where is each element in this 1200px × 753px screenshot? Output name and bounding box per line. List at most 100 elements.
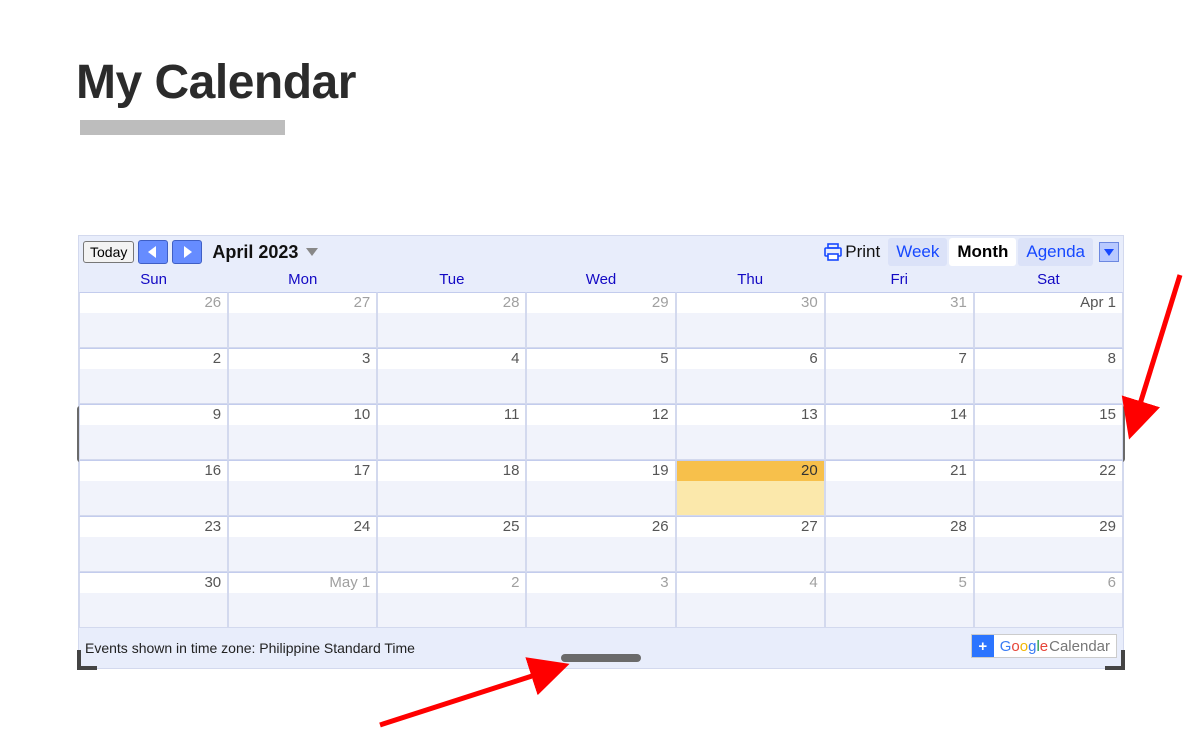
date-number: 22 bbox=[975, 461, 1122, 481]
day-cell[interactable]: 13 bbox=[676, 404, 825, 460]
day-cell[interactable]: 25 bbox=[377, 516, 526, 572]
day-cell[interactable]: 22 bbox=[974, 460, 1123, 516]
day-cell[interactable]: 3 bbox=[526, 572, 675, 628]
day-cell[interactable]: 23 bbox=[79, 516, 228, 572]
caret-down-icon bbox=[1104, 249, 1114, 256]
date-number: 7 bbox=[826, 349, 973, 369]
printer-icon bbox=[823, 243, 843, 261]
date-number: 4 bbox=[677, 573, 824, 593]
day-cell[interactable]: 6 bbox=[676, 348, 825, 404]
date-number: 6 bbox=[677, 349, 824, 369]
day-cell[interactable]: 17 bbox=[228, 460, 377, 516]
redacted-subtitle bbox=[80, 120, 285, 135]
date-number: 24 bbox=[229, 517, 376, 537]
print-label: Print bbox=[845, 242, 880, 262]
date-number: 23 bbox=[80, 517, 227, 537]
crop-corner-bl bbox=[77, 650, 97, 670]
day-cell[interactable]: 8 bbox=[974, 348, 1123, 404]
date-number: 15 bbox=[975, 405, 1122, 425]
date-number: 19 bbox=[527, 461, 674, 481]
day-cell[interactable]: May 1 bbox=[228, 572, 377, 628]
view-tab-agenda[interactable]: Agenda bbox=[1018, 238, 1093, 266]
date-number: 4 bbox=[378, 349, 525, 369]
day-cell[interactable]: 26 bbox=[79, 292, 228, 348]
week-row: 16171819202122 bbox=[79, 460, 1123, 516]
day-cell[interactable]: 12 bbox=[526, 404, 675, 460]
day-cell[interactable]: 31 bbox=[825, 292, 974, 348]
day-cell[interactable]: 27 bbox=[676, 516, 825, 572]
date-number: 9 bbox=[80, 405, 227, 425]
day-cell[interactable]: 4 bbox=[676, 572, 825, 628]
prev-month-button[interactable] bbox=[138, 240, 168, 264]
date-number: 27 bbox=[677, 517, 824, 537]
resize-handle-bottom[interactable] bbox=[561, 654, 641, 662]
day-cell[interactable]: 3 bbox=[228, 348, 377, 404]
day-cell[interactable]: 26 bbox=[526, 516, 675, 572]
day-cell[interactable]: 29 bbox=[974, 516, 1123, 572]
date-number: 27 bbox=[229, 293, 376, 313]
day-cell[interactable]: 5 bbox=[825, 572, 974, 628]
google-calendar-label: GoogleCalendar bbox=[994, 638, 1116, 655]
day-cell[interactable]: 4 bbox=[377, 348, 526, 404]
date-number: 2 bbox=[378, 573, 525, 593]
day-cell[interactable]: 5 bbox=[526, 348, 675, 404]
crop-corner-br bbox=[1105, 650, 1125, 670]
date-number: 5 bbox=[527, 349, 674, 369]
add-to-google-calendar-button[interactable]: + GoogleCalendar bbox=[971, 634, 1117, 658]
view-tab-month[interactable]: Month bbox=[949, 238, 1016, 266]
day-cell[interactable]: 7 bbox=[825, 348, 974, 404]
day-cell[interactable]: 11 bbox=[377, 404, 526, 460]
day-cell[interactable]: 14 bbox=[825, 404, 974, 460]
date-number: 3 bbox=[527, 573, 674, 593]
day-cell[interactable]: 24 bbox=[228, 516, 377, 572]
day-cell[interactable]: 18 bbox=[377, 460, 526, 516]
day-cell[interactable]: 29 bbox=[526, 292, 675, 348]
date-number: 3 bbox=[229, 349, 376, 369]
day-cell[interactable]: 21 bbox=[825, 460, 974, 516]
page-title: My Calendar bbox=[76, 55, 1200, 110]
month-dropdown-button[interactable] bbox=[306, 243, 318, 261]
day-cell[interactable]: 20 bbox=[676, 460, 825, 516]
day-cell[interactable]: 2 bbox=[79, 348, 228, 404]
day-cell[interactable]: 10 bbox=[228, 404, 377, 460]
day-cell[interactable]: 27 bbox=[228, 292, 377, 348]
date-number: 8 bbox=[975, 349, 1122, 369]
date-number: Apr 1 bbox=[975, 293, 1122, 313]
day-cell[interactable]: 30 bbox=[676, 292, 825, 348]
dow-wed: Wed bbox=[526, 268, 675, 292]
view-dropdown-button[interactable] bbox=[1099, 242, 1119, 262]
day-cell[interactable]: 30 bbox=[79, 572, 228, 628]
day-cell[interactable]: 19 bbox=[526, 460, 675, 516]
date-number: 30 bbox=[677, 293, 824, 313]
view-tab-week[interactable]: Week bbox=[888, 238, 947, 266]
date-number: 14 bbox=[826, 405, 973, 425]
next-month-button[interactable] bbox=[172, 240, 202, 264]
date-number: 21 bbox=[826, 461, 973, 481]
print-button[interactable]: Print bbox=[823, 242, 880, 262]
day-cell[interactable]: Apr 1 bbox=[974, 292, 1123, 348]
dow-mon: Mon bbox=[228, 268, 377, 292]
date-number: 2 bbox=[80, 349, 227, 369]
day-cell[interactable]: 15 bbox=[974, 404, 1123, 460]
date-number: 31 bbox=[826, 293, 973, 313]
date-number: 29 bbox=[527, 293, 674, 313]
date-number: 12 bbox=[527, 405, 674, 425]
day-cell[interactable]: 9 bbox=[79, 404, 228, 460]
dow-sat: Sat bbox=[974, 268, 1123, 292]
week-row: 262728293031Apr 1 bbox=[79, 292, 1123, 348]
day-cell[interactable]: 28 bbox=[377, 292, 526, 348]
day-cell[interactable]: 28 bbox=[825, 516, 974, 572]
plus-icon: + bbox=[972, 635, 994, 657]
today-button[interactable]: Today bbox=[83, 241, 134, 263]
date-number: 16 bbox=[80, 461, 227, 481]
day-cell[interactable]: 16 bbox=[79, 460, 228, 516]
date-number: 30 bbox=[80, 573, 227, 593]
calendar-toolbar: Today April 2023 Print Week Month Agenda bbox=[79, 236, 1123, 268]
chevron-right-icon bbox=[182, 246, 192, 258]
calendar-footer: Events shown in time zone: Philippine St… bbox=[79, 628, 1123, 668]
day-cell[interactable]: 6 bbox=[974, 572, 1123, 628]
date-number: 5 bbox=[826, 573, 973, 593]
date-number: 26 bbox=[80, 293, 227, 313]
day-cell[interactable]: 2 bbox=[377, 572, 526, 628]
week-row: 2345678 bbox=[79, 348, 1123, 404]
